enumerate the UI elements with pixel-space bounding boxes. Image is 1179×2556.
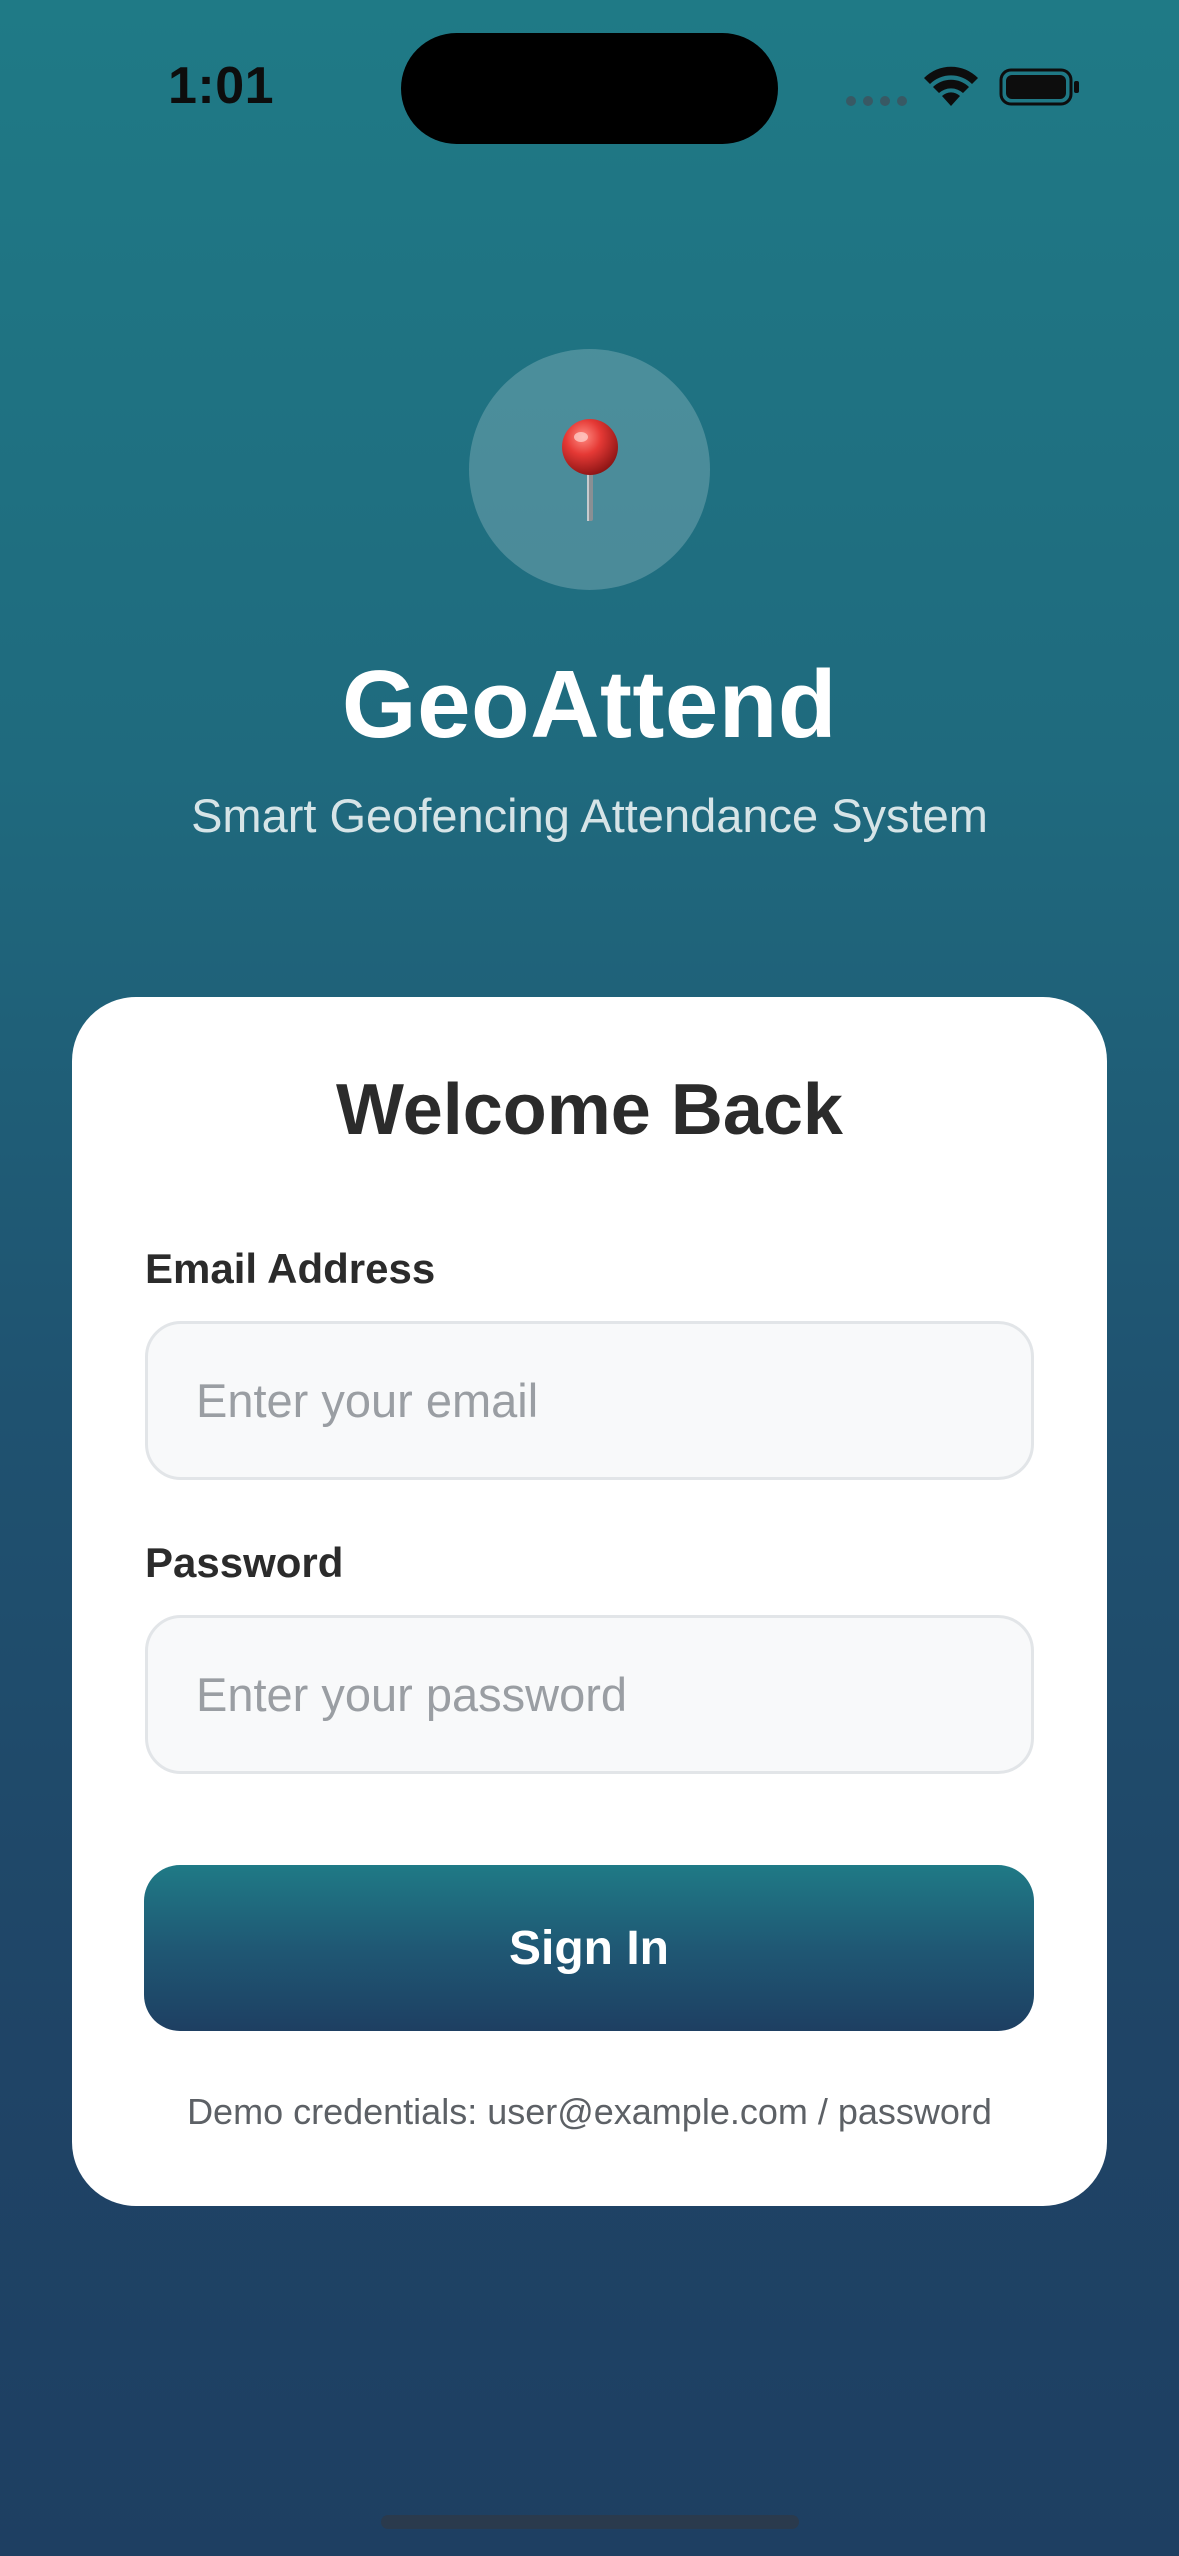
password-label: Password [145, 1539, 344, 1586]
cellular-signal-icon [846, 96, 907, 106]
email-field[interactable] [145, 1321, 1034, 1480]
app-subtitle: Smart Geofencing Attendance System [191, 789, 988, 842]
app-logo [469, 349, 710, 590]
email-label: Email Address [145, 1245, 436, 1292]
login-card: Welcome Back Email Address Password Sign… [72, 997, 1107, 2206]
wifi-icon [924, 66, 978, 106]
dynamic-island [401, 33, 778, 144]
demo-credentials-note: Demo credentials: user@example.com / pas… [187, 2091, 992, 2132]
status-bar: 1:01 [0, 0, 1179, 170]
round-pushpin-icon [561, 418, 618, 521]
battery-icon [999, 68, 1079, 106]
sign-in-button[interactable]: Sign In [144, 1865, 1034, 2031]
password-field[interactable] [145, 1615, 1034, 1774]
app-title: GeoAttend [341, 651, 838, 758]
home-indicator[interactable] [381, 2515, 799, 2529]
status-time: 1:01 [168, 57, 275, 115]
login-title: Welcome Back [336, 1070, 843, 1150]
